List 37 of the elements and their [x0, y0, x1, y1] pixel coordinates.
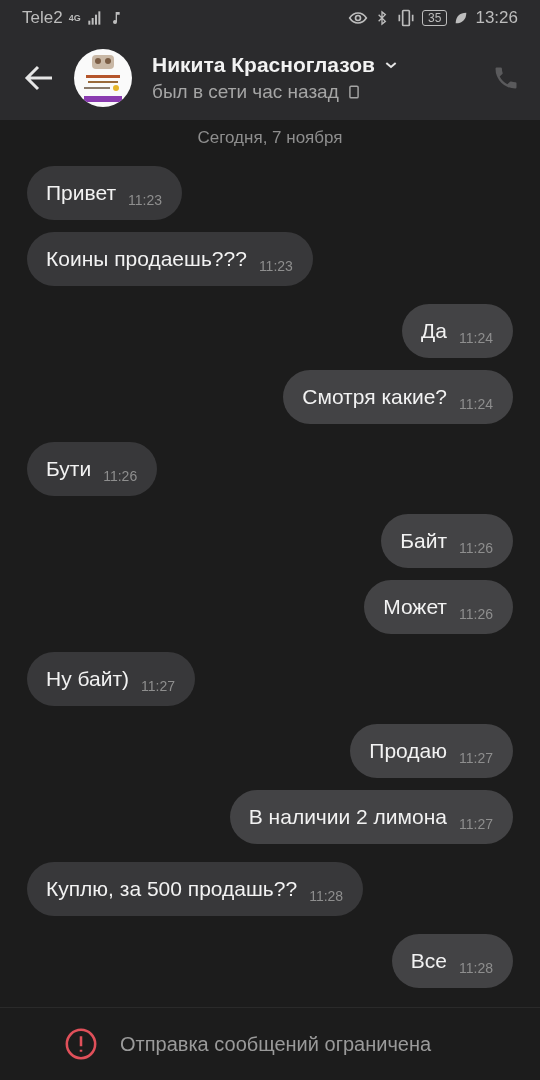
- message-time: 11:26: [459, 540, 493, 556]
- restriction-notice: Отправка сообщений ограничена: [120, 1032, 432, 1056]
- message-time: 11:24: [459, 330, 493, 346]
- message-time: 11:28: [459, 960, 493, 976]
- message-text: Ну байт): [46, 667, 130, 691]
- message-time: 11:27: [459, 816, 493, 832]
- last-seen-status: был в сети час назад: [152, 81, 339, 103]
- back-icon[interactable]: [24, 65, 54, 91]
- message-text: В наличии 2 лимона: [248, 805, 447, 829]
- carrier-name: Tele2: [22, 8, 63, 28]
- message-time: 11:24: [459, 396, 493, 412]
- message-text: Может: [383, 595, 447, 619]
- network-type: 4G: [68, 13, 81, 23]
- message-time: 11:23: [258, 258, 293, 274]
- battery-level: 35: [422, 10, 448, 26]
- message-time: 11:23: [128, 192, 163, 208]
- clock: 13:26: [475, 8, 518, 28]
- message-text: Байт: [400, 529, 447, 553]
- signal-icon: [86, 10, 103, 26]
- message-text: Бути: [46, 457, 92, 481]
- message-time: 11:27: [459, 750, 493, 766]
- vibrate-icon: [396, 8, 417, 28]
- message-text: Куплю, за 500 продашь??: [46, 877, 298, 901]
- contact-name[interactable]: Никита Красноглазов: [152, 53, 375, 77]
- alert-icon: [64, 1027, 98, 1061]
- message-time: 11:28: [309, 888, 344, 904]
- message-time: 11:26: [459, 606, 493, 622]
- message-text: Продаю: [369, 739, 447, 763]
- message-time: 11:27: [141, 678, 176, 694]
- message-time: 11:26: [103, 468, 138, 484]
- message-text: Привет: [46, 181, 117, 205]
- message-text: Все: [410, 949, 447, 973]
- message-text: Коины продаешь???: [46, 247, 247, 271]
- message-text: Да: [421, 319, 447, 343]
- date-divider: Сегодня, 7 ноября: [197, 128, 343, 148]
- message-text: Смотря какие?: [302, 385, 447, 409]
- phone-device-icon: [346, 82, 361, 102]
